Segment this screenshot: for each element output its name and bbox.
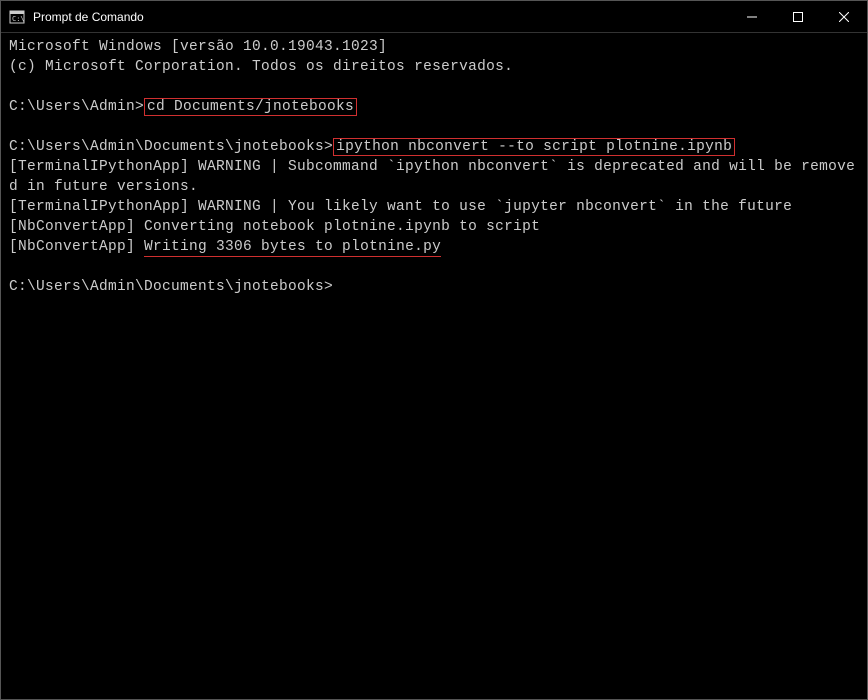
highlighted-command: ipython nbconvert --to script plotnine.i… (333, 138, 735, 156)
blank-line (9, 77, 859, 97)
minimize-button[interactable] (729, 1, 775, 32)
command-prompt-window: C:\ Prompt de Comando Microsoft Windows … (0, 0, 868, 700)
blank-line (9, 117, 859, 137)
window-controls (729, 1, 867, 32)
titlebar[interactable]: C:\ Prompt de Comando (1, 1, 867, 33)
prompt-text: C:\Users\Admin\Documents\jnotebooks> (9, 279, 333, 295)
command-line: C:\Users\Admin\Documents\jnotebooks>ipyt… (9, 137, 859, 157)
highlighted-output: Writing 3306 bytes to plotnine.py (144, 239, 441, 257)
window-title: Prompt de Comando (33, 10, 729, 24)
output-line: [TerminalIPythonApp] WARNING | Subcomman… (9, 157, 859, 197)
close-button[interactable] (821, 1, 867, 32)
output-line: Microsoft Windows [versão 10.0.19043.102… (9, 37, 859, 57)
prompt-line: C:\Users\Admin\Documents\jnotebooks> (9, 277, 859, 297)
output-line: (c) Microsoft Corporation. Todos os dire… (9, 57, 859, 77)
output-line: [NbConvertApp] Writing 3306 bytes to plo… (9, 237, 859, 257)
maximize-button[interactable] (775, 1, 821, 32)
prompt-text: C:\Users\Admin> (9, 99, 144, 115)
blank-line (9, 257, 859, 277)
terminal-output[interactable]: Microsoft Windows [versão 10.0.19043.102… (1, 33, 867, 699)
highlighted-command: cd Documents/jnotebooks (144, 98, 357, 116)
output-line: [TerminalIPythonApp] WARNING | You likel… (9, 197, 859, 217)
prompt-text: C:\Users\Admin\Documents\jnotebooks> (9, 139, 333, 155)
output-prefix: [NbConvertApp] (9, 239, 144, 255)
command-line: C:\Users\Admin>cd Documents/jnotebooks (9, 97, 859, 117)
cmd-icon: C:\ (9, 9, 25, 25)
output-line: [NbConvertApp] Converting notebook plotn… (9, 217, 859, 237)
svg-text:C:\: C:\ (12, 15, 25, 23)
